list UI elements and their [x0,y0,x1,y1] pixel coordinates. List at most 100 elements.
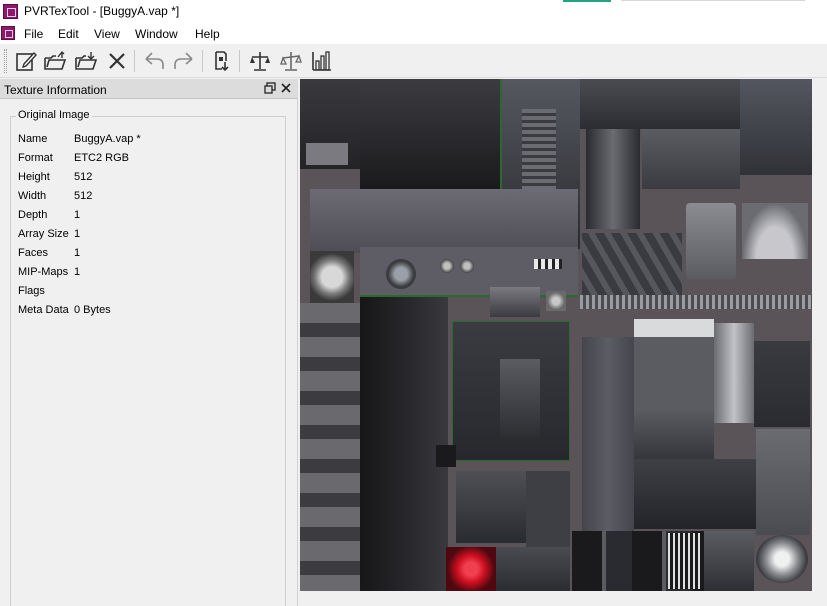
encode-button[interactable] [210,49,234,73]
texture-region [500,359,540,439]
menu-window[interactable]: Window [135,27,178,41]
property-row: Format ETC2 RGB [18,152,288,168]
panel-header: Texture Information [0,79,298,99]
property-label: MIP-Maps [18,266,69,278]
texture-region [360,79,500,189]
texture-region [310,189,578,253]
toolbar-separator [239,50,240,72]
compare-scale-alt-icon [280,52,302,71]
texture-region [756,429,810,535]
texture-region [300,303,360,591]
texture-region [360,297,448,591]
texture-region [668,533,700,589]
property-row: Name BuggyA.vap * [18,133,288,149]
title-bar: PVRTexTool - [BuggyA.vap *] [0,0,827,24]
property-value: ETC2 RGB [74,152,130,164]
property-value: BuggyA.vap * [74,133,141,145]
property-value: 0 Bytes [74,304,111,316]
texture-region [546,291,566,311]
property-label: Flags [18,285,45,297]
window-title: PVRTexTool - [BuggyA.vap *] [24,4,180,18]
texture-region [490,287,540,317]
close-panel-icon[interactable] [280,82,292,94]
redo-button[interactable] [172,49,196,73]
edit-icon [16,51,37,71]
menu-bar: File Edit View Window Help [0,24,827,44]
menu-edit[interactable]: Edit [58,27,79,41]
texture-region [456,471,526,543]
texture-region [634,319,714,469]
property-row: Depth 1 [18,209,288,225]
save-folder-icon [75,52,98,70]
texture-region [586,129,640,229]
texture-region [634,459,756,529]
property-row: Array Size 1 [18,228,288,244]
texture-region [534,259,562,269]
accent-line [563,0,611,2]
property-row: Faces 1 [18,247,288,263]
texture-region [526,471,570,547]
property-label: Depth [18,209,48,221]
open-button[interactable] [43,49,67,73]
encode-icon [215,51,229,72]
texture-region [686,203,736,279]
close-button[interactable] [105,49,129,73]
texture-region [704,531,754,591]
property-value: 1 [74,228,81,240]
property-value: 512 [74,171,93,183]
property-label: Width [18,190,47,202]
save-button[interactable] [74,49,98,73]
texture-region [310,251,354,303]
undo-icon [145,52,164,69]
histogram-icon [312,51,331,71]
compare-button[interactable] [248,49,272,73]
property-label: Array Size [18,228,69,240]
redo-icon [174,52,193,69]
texture-region [386,259,416,289]
texture-region [580,79,740,129]
group-title: Original Image [16,109,92,121]
panel-title: Texture Information [4,83,107,97]
texture-region [496,547,570,591]
texture-region [440,259,454,273]
texture-region [754,341,810,427]
pvrtextool-app-icon [3,4,18,19]
document-icon[interactable] [1,26,15,40]
float-panel-icon[interactable] [264,82,276,94]
toolbar-separator [134,50,135,72]
compare-alt-button[interactable] [279,49,303,73]
texture-viewer[interactable] [299,79,827,606]
texture-region [642,129,740,189]
menu-help[interactable]: Help [195,27,220,41]
texture-region [446,547,496,591]
texture-region [582,337,634,533]
texture-image[interactable] [300,79,812,591]
menu-file[interactable]: File [24,27,43,41]
close-x-icon [109,53,125,69]
menu-view[interactable]: View [94,27,120,41]
texture-region [740,79,812,175]
property-value: 1 [74,209,81,221]
histogram-button[interactable] [310,49,334,73]
property-value: 512 [74,190,93,202]
texture-region [436,445,456,467]
property-label: Format [18,152,53,164]
title-divider [621,0,805,1]
property-row: Flags [18,285,288,301]
texture-region [580,295,812,309]
open-folder-icon [44,50,67,70]
property-value: 1 [74,266,81,278]
property-row: Meta Data 0 Bytes [18,304,288,320]
undo-button[interactable] [142,49,166,73]
property-label: Name [18,133,48,145]
edit-button[interactable] [14,49,38,73]
texture-region [756,535,808,583]
toolbar [0,44,827,78]
texture-region [306,143,348,165]
texture-region [460,259,474,273]
toolbar-separator [202,50,203,72]
texture-information-panel: Texture Information Original Image Name B… [0,79,298,606]
property-row: MIP-Maps 1 [18,266,288,282]
compare-scale-icon [250,52,270,71]
toolbar-grip[interactable] [4,49,7,73]
